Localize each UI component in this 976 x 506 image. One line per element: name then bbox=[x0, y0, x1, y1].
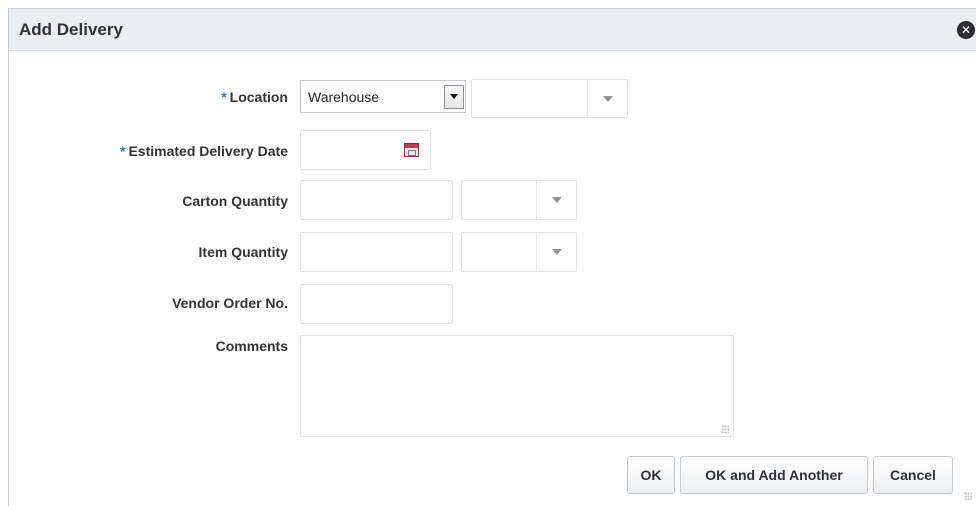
location-type-value: Warehouse bbox=[308, 88, 380, 105]
textarea-resize-grip[interactable] bbox=[721, 425, 729, 433]
ok-and-add-another-button[interactable]: OK and Add Another bbox=[680, 456, 868, 494]
location-combo[interactable] bbox=[471, 79, 628, 118]
carton-quantity-uom-combo[interactable] bbox=[461, 180, 577, 220]
vendor-order-no-input[interactable] bbox=[300, 284, 453, 324]
close-icon[interactable]: ✕ bbox=[957, 21, 975, 39]
dialog-title: Add Delivery bbox=[19, 20, 123, 39]
vendor-order-no-label: Vendor Order No. bbox=[172, 295, 288, 311]
required-marker: * bbox=[221, 89, 227, 105]
dialog-resize-grip[interactable] bbox=[964, 492, 972, 500]
carton-quantity-input[interactable] bbox=[300, 180, 453, 220]
chevron-down-icon[interactable] bbox=[536, 181, 576, 219]
chevron-down-icon[interactable] bbox=[444, 84, 464, 109]
location-label: * Location bbox=[221, 89, 288, 105]
calendar-icon[interactable] bbox=[404, 143, 419, 157]
comments-label: Comments bbox=[215, 338, 288, 354]
comments-textarea[interactable] bbox=[300, 335, 734, 437]
estimated-delivery-date-label: * Estimated Delivery Date bbox=[120, 143, 288, 159]
chevron-down-icon[interactable] bbox=[587, 80, 627, 117]
item-quantity-label: Item Quantity bbox=[198, 244, 288, 260]
required-marker: * bbox=[120, 143, 126, 159]
item-quantity-uom-combo[interactable] bbox=[461, 232, 577, 272]
location-type-select[interactable]: Warehouse bbox=[300, 80, 466, 113]
carton-quantity-label: Carton Quantity bbox=[182, 193, 288, 209]
item-quantity-input[interactable] bbox=[300, 232, 453, 272]
ok-button[interactable]: OK bbox=[627, 456, 675, 494]
dialog-header: Add Delivery bbox=[9, 9, 976, 51]
cancel-button[interactable]: Cancel bbox=[873, 456, 953, 494]
chevron-down-icon[interactable] bbox=[536, 233, 576, 271]
